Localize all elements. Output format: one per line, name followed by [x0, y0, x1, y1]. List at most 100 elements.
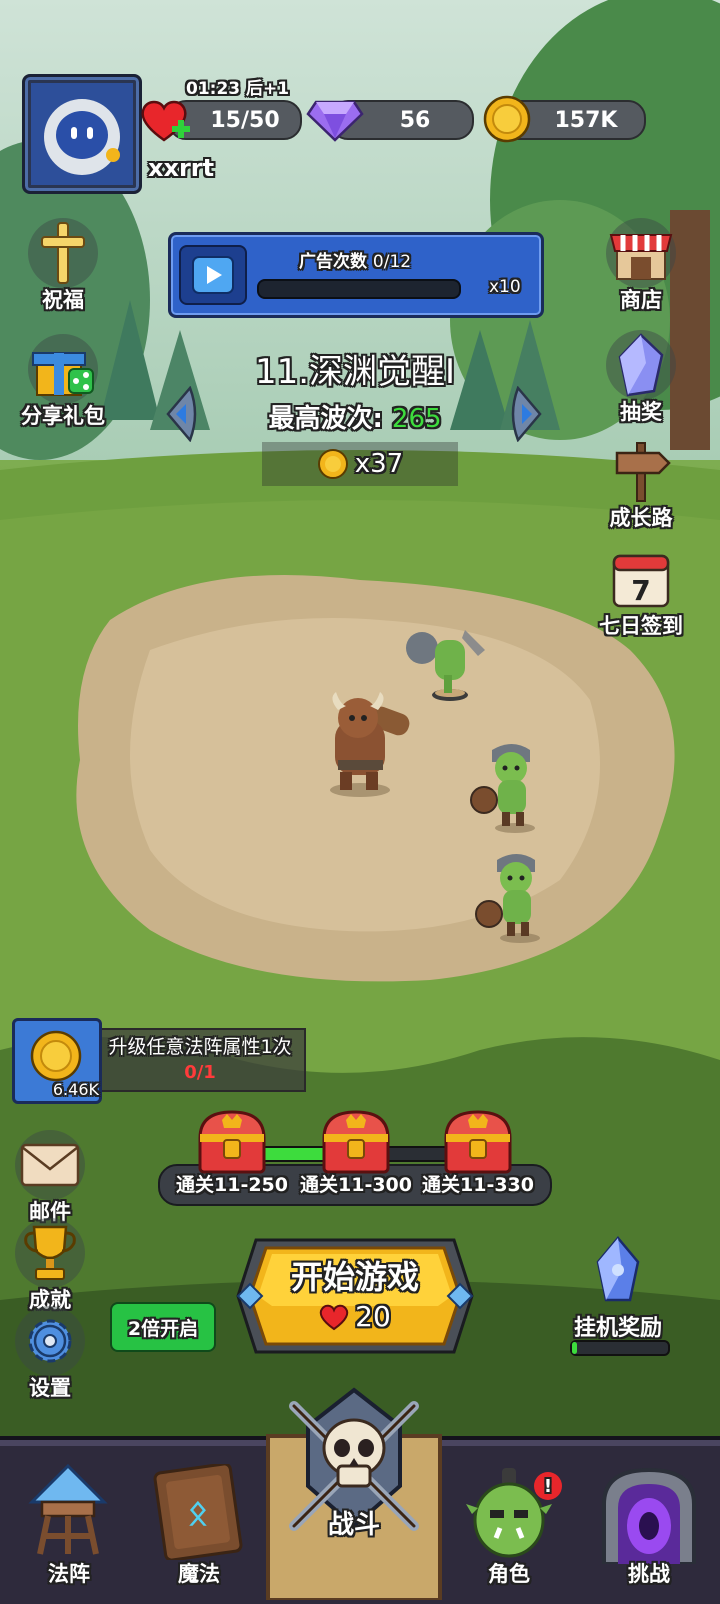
goblin-enemy-sprite: [470, 744, 535, 833]
goblin-enemy-sprite: [406, 630, 485, 701]
mail-button[interactable]: 邮件: [0, 1130, 100, 1224]
goblin-enemy-sprite: [475, 854, 540, 943]
notification-badge: !: [534, 1472, 562, 1500]
lottery-button[interactable]: 抽奖: [586, 330, 696, 424]
trophy-icon: [24, 1225, 76, 1280]
calendar-icon: 7: [612, 554, 670, 608]
stage-title: 11.深渊觉醒I: [254, 352, 456, 392]
energy-timer-value: 01:23: [186, 79, 241, 99]
ad-count-text: 广告次数 0/12: [299, 247, 411, 272]
settings-label: 设置: [29, 1376, 71, 1400]
chest-label: 通关11-330: [422, 1174, 534, 1196]
heart-plus-icon[interactable]: [138, 94, 194, 148]
tab-challenge[interactable]: 挑战: [584, 1450, 714, 1600]
stage-reward: x37: [262, 442, 458, 486]
idle-reward-button[interactable]: 挂机奖励: [562, 1236, 674, 1356]
shop-label: 商店: [620, 288, 662, 312]
gold-coin-icon: [30, 1030, 82, 1082]
best-wave: 最高波次: 265: [200, 398, 510, 435]
energy-timer: 01:23 后+1: [186, 74, 289, 99]
growth-road-label: 成长路: [609, 506, 673, 530]
best-wave-value: 265: [391, 404, 442, 434]
gear-icon: [28, 1319, 72, 1363]
gift-box-icon: [32, 352, 94, 396]
tab-battle-label: 战斗: [327, 1510, 380, 1540]
ad-multiplier: x10: [489, 277, 521, 297]
heart-icon: [319, 1304, 349, 1330]
settings-button[interactable]: 设置: [0, 1306, 100, 1400]
tab-character-label: 角色: [488, 1562, 530, 1586]
treasure-chest-icon: [444, 1110, 512, 1174]
share-gift-label: 分享礼包: [21, 404, 105, 428]
chest-reward-2[interactable]: [318, 1106, 394, 1180]
energy-regen-text: 后+1: [246, 79, 290, 99]
start-game-label: 开始游戏: [290, 1258, 419, 1296]
gold-value: 157K: [554, 107, 618, 133]
calendar-day-text: 7: [631, 574, 650, 607]
envelope-icon: [20, 1143, 80, 1187]
start-game-button[interactable]: 开始游戏 20: [236, 1236, 474, 1356]
task-reward-amount: 6.46K: [52, 1080, 99, 1099]
player-name: xxrrt: [148, 154, 215, 182]
task-progress: 0/1: [184, 1062, 216, 1083]
robot-avatar-icon: [31, 83, 133, 185]
arrow-right-icon: [511, 385, 542, 443]
treasure-chest-icon: [198, 1110, 266, 1174]
start-cost-value: 20: [355, 1300, 391, 1333]
ad-reward-panel[interactable]: 广告次数 0/12 x10: [168, 232, 544, 318]
tab-magic[interactable]: ᛟ 魔法: [134, 1450, 264, 1600]
arrow-left-icon: [166, 385, 197, 443]
chest-label: 通关11-250: [176, 1174, 288, 1196]
task-panel[interactable]: 6.46K 升级任意法阵属性1次 0/1: [12, 1018, 306, 1104]
idle-reward-label: 挂机奖励: [573, 1316, 662, 1341]
task-description: 升级任意法阵属性1次: [108, 1036, 292, 1058]
diamond-icon: [306, 100, 364, 142]
best-wave-label: 最高波次:: [268, 404, 383, 434]
prev-stage-button[interactable]: [160, 385, 202, 443]
portal-icon: [602, 1467, 696, 1564]
chest-reward-3[interactable]: [440, 1106, 516, 1180]
chest-reward-1[interactable]: [194, 1106, 270, 1180]
lottery-label: 抽奖: [620, 400, 662, 424]
gem-value: 56: [399, 107, 431, 133]
seven-day-checkin-label: 七日签到: [599, 614, 683, 638]
tab-battle[interactable]: 战斗: [264, 1386, 444, 1600]
tab-formation[interactable]: 法阵: [4, 1450, 134, 1600]
task-reward-box: 6.46K: [12, 1018, 102, 1104]
ad-play-button[interactable]: [179, 245, 247, 305]
player-avatar[interactable]: [22, 74, 142, 194]
ad-count-value: 0/12: [372, 252, 412, 272]
skull-icon: [322, 1418, 386, 1488]
shop-button[interactable]: 商店: [586, 218, 696, 312]
idle-crystal-icon: [596, 1236, 640, 1302]
stage-reward-value: x37: [354, 449, 404, 479]
achievement-button[interactable]: 成就: [0, 1218, 100, 1312]
ad-progress-bar: [257, 279, 461, 299]
bless-button[interactable]: 祝福: [8, 218, 118, 312]
spellbook-icon: ᛟ: [153, 1464, 243, 1560]
ad-count-label: 广告次数: [299, 252, 367, 272]
next-stage-button[interactable]: [506, 385, 548, 443]
chest-label: 通关11-300: [300, 1174, 412, 1196]
growth-road-button[interactable]: 成长路: [586, 436, 696, 530]
tab-character[interactable]: ! 角色: [444, 1450, 574, 1600]
shop-stall-icon: [609, 234, 673, 280]
holy-cross-icon: [41, 222, 85, 284]
energy-value: 15/50: [210, 107, 280, 133]
seven-day-checkin-button[interactable]: 7 七日签到: [586, 544, 696, 638]
gold-coin-icon: [317, 449, 348, 479]
rune-glyph: ᛟ: [188, 1493, 208, 1533]
tab-magic-label: 魔法: [178, 1562, 220, 1586]
watchtower-icon: [28, 1463, 108, 1555]
gold-coin-icon: [483, 95, 531, 143]
signpost-icon: [615, 442, 671, 502]
double-speed-button[interactable]: 2倍开启: [110, 1302, 216, 1352]
tab-formation-label: 法阵: [48, 1562, 90, 1586]
tab-challenge-label: 挑战: [628, 1562, 670, 1586]
play-video-icon: [192, 256, 234, 294]
idle-reward-progress-fill: [572, 1342, 577, 1354]
start-cost: 20: [236, 1300, 474, 1333]
share-gift-button[interactable]: 分享礼包: [8, 334, 118, 428]
treasure-chest-icon: [322, 1110, 390, 1174]
bless-label: 祝福: [42, 288, 84, 312]
